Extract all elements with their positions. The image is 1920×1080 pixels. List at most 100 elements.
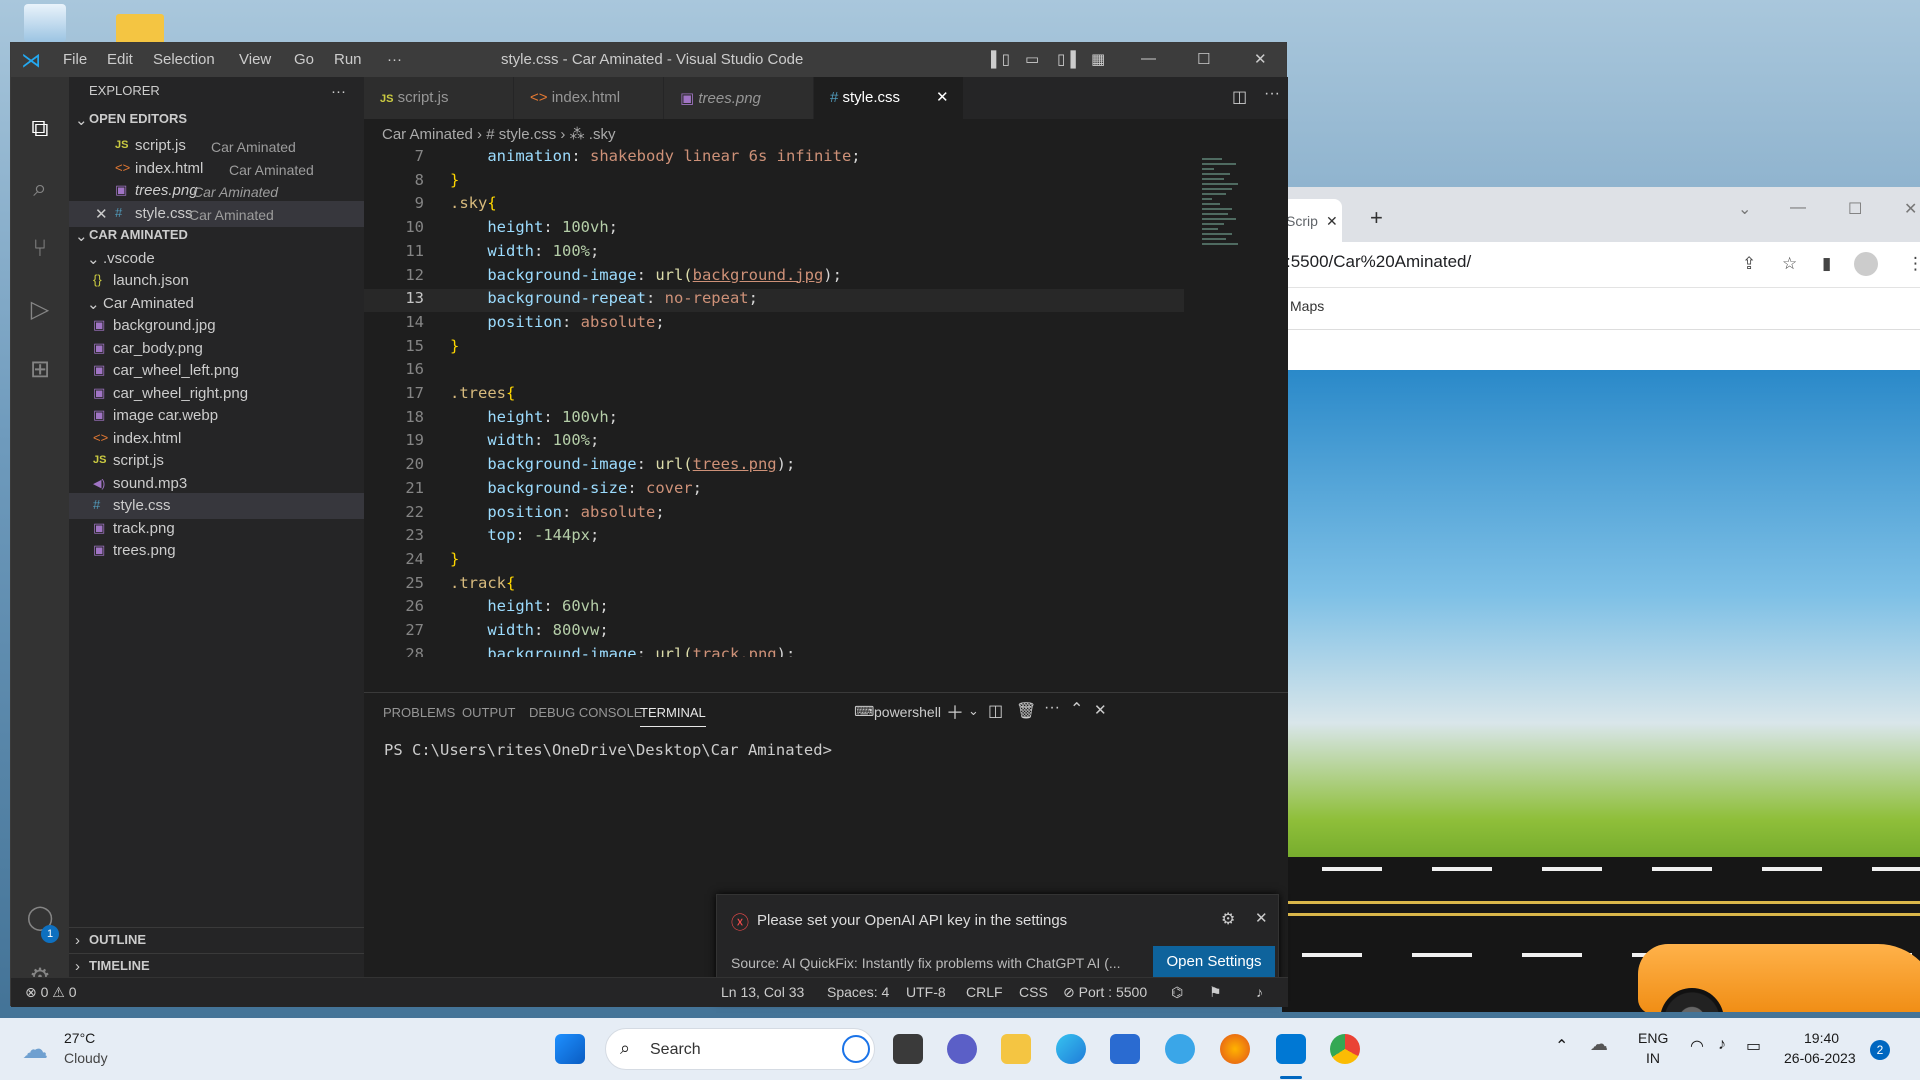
tab-problems[interactable]: PROBLEMS <box>383 705 455 720</box>
menu-edit[interactable]: Edit <box>107 51 133 68</box>
side-panel-icon[interactable]: ▮ <box>1822 254 1831 274</box>
maximize-icon[interactable]: ☐ <box>1197 50 1210 68</box>
cursor-position[interactable]: Ln 13, Col 33 <box>721 984 804 1000</box>
firefox-icon[interactable] <box>1220 1034 1250 1064</box>
new-terminal-icon[interactable]: ＋ <box>946 699 964 725</box>
notification-count-badge[interactable]: 2 <box>1870 1040 1890 1060</box>
bookmark-maps[interactable]: Maps <box>1290 298 1324 314</box>
tab-script-js[interactable]: JS script.js <box>364 77 514 119</box>
code-line[interactable]: 16 <box>364 360 1184 383</box>
menu-run[interactable]: Run <box>334 51 362 68</box>
code-line[interactable]: 19 width: 100%; <box>364 431 1184 454</box>
code-line[interactable]: 18 height: 100vh; <box>364 408 1184 431</box>
code-line[interactable]: 21 background-size: cover; <box>364 479 1184 502</box>
more-actions-icon[interactable]: ··· <box>1044 699 1060 717</box>
clock-date[interactable]: 26-06-2023 <box>1784 1050 1856 1066</box>
chevron-down-icon[interactable]: ⌄ <box>1738 199 1751 219</box>
volume-icon[interactable]: ♪ <box>1718 1036 1726 1054</box>
code-line[interactable]: 7 animation: shakebody linear 6s infinit… <box>364 147 1184 170</box>
browser-tab[interactable]: Scrip ✕ <box>1282 199 1342 242</box>
tab-output[interactable]: OUTPUT <box>462 705 515 720</box>
edge-icon[interactable] <box>1056 1034 1086 1064</box>
language[interactable]: ENG <box>1638 1030 1668 1046</box>
region[interactable]: IN <box>1646 1050 1660 1066</box>
code-line[interactable]: 17 .trees{ <box>364 384 1184 407</box>
breadcrumb-file[interactable]: # style.css <box>486 126 556 143</box>
menu-view[interactable]: View <box>239 51 271 68</box>
minimize-icon[interactable]: — <box>1790 199 1806 217</box>
breadcrumb-symbol[interactable]: ⁂ .sky <box>570 126 616 143</box>
battery-icon[interactable]: ▭ <box>1746 1036 1761 1056</box>
code-line[interactable]: 24} <box>364 550 1184 573</box>
terminal-shell-label[interactable]: powershell <box>874 704 941 720</box>
bing-icon[interactable] <box>842 1035 870 1063</box>
language-mode[interactable]: CSS <box>1019 984 1048 1000</box>
close-icon[interactable]: ✕ <box>1904 199 1917 219</box>
menu-go[interactable]: Go <box>294 51 314 68</box>
live-server-port[interactable]: ⊘ Port : 5500 <box>1063 984 1147 1001</box>
bell-icon[interactable]: ♪ <box>1256 984 1263 1000</box>
terminal-prompt[interactable]: PS C:\Users\rites\OneDrive\Desktop\Car A… <box>384 741 832 759</box>
code-line[interactable]: 26 height: 60vh; <box>364 597 1184 620</box>
vscode-taskbar-icon[interactable] <box>1276 1034 1306 1064</box>
code-line[interactable]: 27 width: 800vw; <box>364 621 1184 644</box>
explorer-icon[interactable]: ⧉ <box>25 115 55 145</box>
close-icon[interactable]: ✕ <box>936 88 949 106</box>
tab-terminal[interactable]: TERMINAL <box>640 705 706 727</box>
chevron-up-icon[interactable]: ⌃ <box>1070 699 1083 719</box>
toggle-panel-icon[interactable]: ▭ <box>1025 50 1039 68</box>
new-tab-icon[interactable]: + <box>1370 205 1383 231</box>
profile-icon[interactable] <box>1854 252 1878 276</box>
code-line[interactable]: 14 position: absolute; <box>364 313 1184 336</box>
close-icon[interactable]: ✕ <box>1254 50 1267 68</box>
timeline-header[interactable]: › TIMELINE <box>69 953 364 979</box>
chevron-down-icon[interactable]: ⌄ <box>968 703 979 719</box>
maximize-icon[interactable]: ☐ <box>1848 199 1862 219</box>
address-bar[interactable]: :5500/Car%20Aminated/ ⇪ ☆ ▮ ⋮ <box>1282 242 1920 288</box>
outline-header[interactable]: › OUTLINE <box>69 927 364 953</box>
clock-time[interactable]: 19:40 <box>1804 1030 1839 1046</box>
search-icon[interactable]: ⌕ <box>25 175 55 205</box>
close-icon[interactable]: ✕ <box>1255 909 1268 927</box>
tab-style-css[interactable]: # style.css ✕ <box>814 77 964 119</box>
wifi-icon[interactable]: ◠ <box>1690 1036 1704 1056</box>
code-line[interactable]: 11 width: 100%; <box>364 242 1184 265</box>
tree-file[interactable]: ▣ trees.png <box>69 538 364 564</box>
close-icon[interactable]: ✕ <box>95 205 108 223</box>
source-control-icon[interactable]: ⑂ <box>25 235 55 265</box>
minimap[interactable] <box>1202 155 1246 355</box>
explorer-more-icon[interactable]: ··· <box>331 83 346 100</box>
indentation[interactable]: Spaces: 4 <box>827 984 889 1000</box>
chrome-icon[interactable] <box>1330 1034 1360 1064</box>
copilot-icon[interactable]: ⌬ <box>1171 984 1183 1001</box>
run-debug-icon[interactable]: ▷ <box>25 295 55 325</box>
toggle-sidebar-icon[interactable]: ▌▯ <box>991 50 1010 68</box>
customize-layout-icon[interactable]: ▦ <box>1091 50 1105 68</box>
tab-index-html[interactable]: <> index.html <box>514 77 664 119</box>
tab-debug-console[interactable]: DEBUG CONSOLE <box>529 705 642 720</box>
app-icon[interactable] <box>1165 1034 1195 1064</box>
star-icon[interactable]: ☆ <box>1782 254 1797 274</box>
more-actions-icon[interactable]: ··· <box>1264 85 1280 103</box>
code-line[interactable]: 15} <box>364 337 1184 360</box>
minimize-icon[interactable]: — <box>1141 50 1156 67</box>
code-line[interactable]: 28 background-image: url(track.png); <box>364 645 1184 657</box>
feedback-icon[interactable]: ⚑ <box>1209 984 1222 1001</box>
menu-more[interactable]: ··· <box>387 51 402 68</box>
code-line[interactable]: 25 .track{ <box>364 574 1184 597</box>
share-icon[interactable]: ⇪ <box>1742 254 1756 274</box>
open-editors-header[interactable]: ⌄ OPEN EDITORS <box>69 107 364 133</box>
menu-file[interactable]: File <box>63 51 87 68</box>
gear-icon[interactable]: ⚙ <box>1221 909 1235 929</box>
windows-start-icon[interactable] <box>555 1034 585 1064</box>
code-line[interactable]: 23 top: -144px; <box>364 526 1184 549</box>
split-editor-icon[interactable]: ◫ <box>1232 87 1247 107</box>
open-settings-button[interactable]: Open Settings <box>1153 946 1275 978</box>
trash-icon[interactable]: 🗑 <box>1016 701 1036 721</box>
search-box[interactable]: ⌕ Search <box>605 1028 875 1070</box>
code-editor[interactable]: 7 animation: shakebody linear 6s infinit… <box>364 147 1184 657</box>
extensions-icon[interactable]: ⊞ <box>25 355 55 385</box>
code-line[interactable]: 9 .sky{ <box>364 194 1184 217</box>
teams-chat-icon[interactable] <box>947 1034 977 1064</box>
file-explorer-icon[interactable] <box>1001 1034 1031 1064</box>
